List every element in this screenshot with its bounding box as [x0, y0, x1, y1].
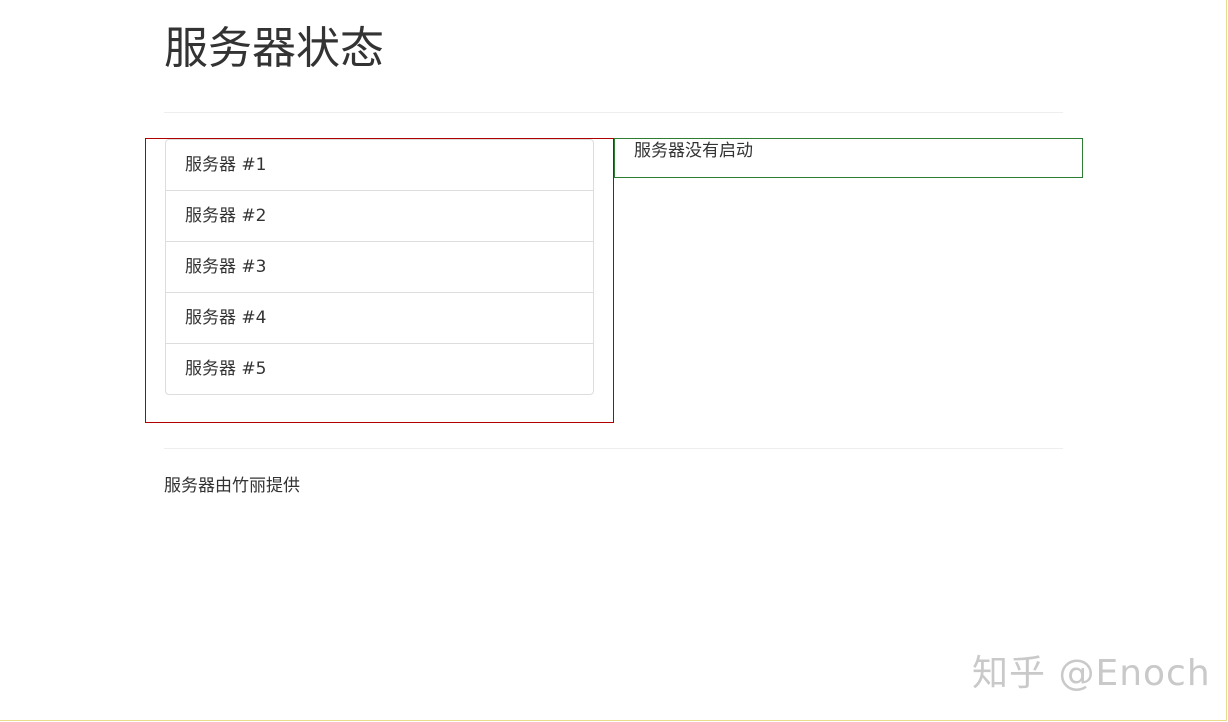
server-list-item-2[interactable]: 服务器 #2: [166, 191, 593, 242]
server-list-item-5[interactable]: 服务器 #5: [166, 344, 593, 394]
server-list-item-4[interactable]: 服务器 #4: [166, 293, 593, 344]
watermark: 知乎 @Enoch: [972, 653, 1211, 694]
footer-text: 服务器由竹丽提供: [164, 476, 300, 496]
page-title: 服务器状态: [164, 23, 384, 74]
header-divider: [164, 112, 1063, 113]
server-list-item-1[interactable]: 服务器 #1: [166, 140, 593, 191]
server-list: 服务器 #1 服务器 #2 服务器 #3 服务器 #4 服务器 #5: [165, 139, 594, 395]
server-status-message: 服务器没有启动: [634, 141, 753, 161]
footer-divider: [164, 448, 1063, 449]
server-status-panel: 服务器没有启动: [614, 138, 1083, 178]
server-list-item-3[interactable]: 服务器 #3: [166, 242, 593, 293]
page: 服务器状态 服务器 #1 服务器 #2 服务器 #3 服务器 #4 服务器 #5…: [0, 0, 1227, 721]
